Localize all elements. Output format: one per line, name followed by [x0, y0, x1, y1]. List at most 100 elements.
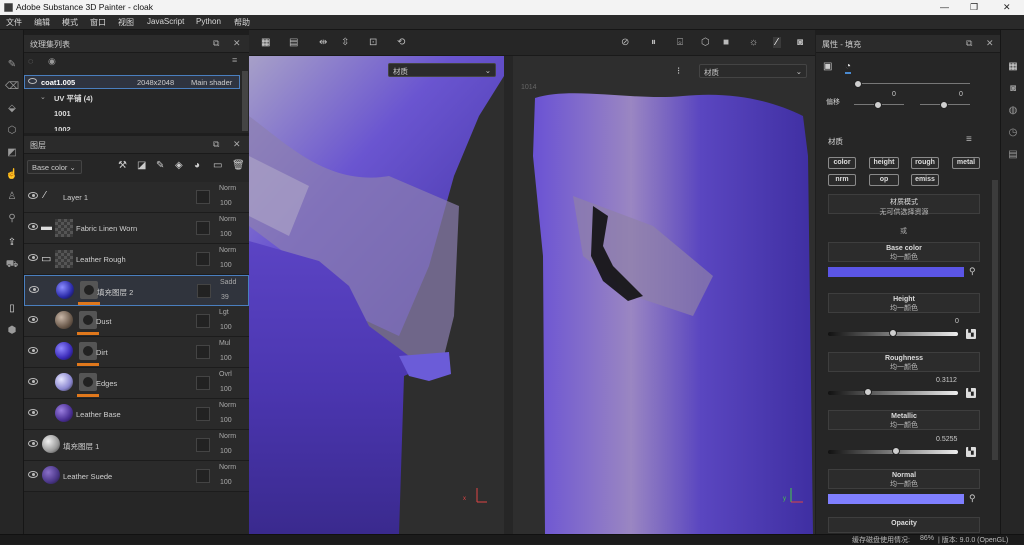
phone-device-icon[interactable]: ▯: [5, 302, 19, 316]
chevron-down-icon[interactable]: ⌄: [40, 93, 46, 101]
viewport-divider[interactable]: [504, 56, 513, 534]
mesh-icon[interactable]: ⬢: [5, 324, 19, 338]
layer-mask-box[interactable]: [197, 284, 211, 298]
channel-box-metallic[interactable]: Metallic 均一颜色: [828, 410, 980, 430]
viewport-3d[interactable]: x 材质 ⌄: [249, 56, 504, 534]
eyedropper-icon[interactable]: ⚲: [969, 266, 976, 277]
layer-row-selected[interactable]: 填充图层 2 Sadd 39: [24, 275, 249, 306]
texture-set-settings-icon[interactable]: ◙: [1006, 82, 1020, 96]
layer-opacity[interactable]: 100: [220, 324, 232, 331]
material-menu-icon[interactable]: ≡: [966, 134, 972, 145]
eye-icon[interactable]: [28, 471, 38, 478]
channel-chip-height[interactable]: height: [869, 157, 899, 169]
layer-mask-box[interactable]: [196, 376, 210, 390]
texture-link-icon[interactable]: ▚: [966, 388, 976, 398]
smudge-icon[interactable]: ☝: [5, 168, 19, 182]
add-folder-icon[interactable]: ▭: [213, 160, 222, 171]
offset-y-slider[interactable]: [920, 101, 970, 109]
menu-edit[interactable]: 编辑: [34, 17, 50, 28]
channel-chip-emiss[interactable]: emiss: [911, 174, 939, 186]
channel-select[interactable]: Base color ⌄: [27, 160, 82, 174]
eye-icon[interactable]: [28, 316, 38, 323]
camera-video-icon[interactable]: ■: [723, 37, 729, 48]
mask-thumbnail[interactable]: [79, 342, 97, 360]
layer-row[interactable]: ⁄ Layer 1 Norm 100: [24, 182, 249, 213]
eye-icon[interactable]: [28, 409, 38, 416]
layer-mask-box[interactable]: [196, 252, 210, 266]
clone-icon[interactable]: ♙: [5, 190, 19, 204]
layers-shelf-icon[interactable]: ⇪: [5, 236, 19, 250]
brush-toggle-icon[interactable]: ⁄: [773, 37, 781, 48]
texture-set-row[interactable]: coat1.005 2048x2048 Main shader: [24, 75, 240, 89]
layer-blend[interactable]: Norm: [219, 185, 236, 192]
channel-box-base-color[interactable]: Base color 均一颜色: [828, 242, 980, 262]
float-panel-icon[interactable]: ⧉: [213, 38, 219, 49]
eraser-icon[interactable]: ⌫: [5, 80, 19, 94]
eye-icon[interactable]: [28, 440, 38, 447]
display-settings-icon[interactable]: ◍: [1006, 104, 1020, 118]
channel-chip-nrm[interactable]: nrm: [828, 174, 856, 186]
screenshot-camera-icon[interactable]: ◙: [797, 37, 803, 48]
layer-blend[interactable]: Sadd: [220, 279, 236, 286]
grid-options-icon[interactable]: ▤: [289, 37, 298, 48]
paint-brush-icon[interactable]: ✎: [5, 58, 19, 72]
geometry-mask-icon[interactable]: ⬡: [5, 124, 19, 138]
close-panel-icon[interactable]: ✕: [233, 139, 241, 150]
layer-row[interactable]: 填充图层 1 Norm 100: [24, 430, 249, 461]
add-paint-layer-icon[interactable]: ✎: [156, 160, 164, 171]
mask-thumbnail[interactable]: [79, 373, 97, 391]
channel-box-height[interactable]: Height 均一颜色: [828, 293, 980, 313]
menu-view[interactable]: 视图: [118, 17, 134, 28]
delete-layer-icon[interactable]: 🗑: [232, 160, 245, 171]
menu-javascript[interactable]: JavaScript: [147, 17, 184, 26]
channel-box-normal[interactable]: Normal 均一颜色: [828, 469, 980, 489]
display-settings-icon[interactable]: ⁝: [677, 66, 680, 77]
eye-icon[interactable]: [28, 78, 37, 84]
layer-blend[interactable]: Ovrl: [219, 371, 232, 378]
float-panel-icon[interactable]: ⧉: [213, 139, 219, 150]
layer-row[interactable]: Dust Lgt 100: [24, 306, 249, 337]
menu-icon[interactable]: ≡: [232, 55, 237, 65]
layer-blend[interactable]: Norm: [219, 433, 236, 440]
slider-knob[interactable]: [889, 329, 897, 337]
menu-python[interactable]: Python: [196, 17, 221, 26]
reset-view-icon[interactable]: ⟲: [397, 37, 405, 48]
channel-chip-rough[interactable]: rough: [911, 157, 939, 169]
layer-opacity[interactable]: 100: [220, 231, 232, 238]
close-panel-icon[interactable]: ✕: [233, 38, 241, 49]
focus-icon[interactable]: ⊡: [369, 37, 377, 48]
maximize-button[interactable]: ❐: [970, 2, 978, 13]
channel-chip-op[interactable]: op: [869, 174, 899, 186]
eye-icon[interactable]: [28, 223, 38, 230]
channel-box-opacity[interactable]: Opacity: [828, 517, 980, 533]
slider-knob[interactable]: [940, 101, 948, 109]
layer-opacity[interactable]: 100: [220, 417, 232, 424]
eye-icon[interactable]: [28, 378, 38, 385]
layer-row[interactable]: Leather Suede Norm 100: [24, 461, 249, 492]
layer-mask-box[interactable]: [196, 407, 210, 421]
layer-opacity[interactable]: 100: [220, 479, 232, 486]
offset-x-slider[interactable]: [854, 101, 904, 109]
add-effect-icon[interactable]: ⚒: [118, 160, 127, 171]
slider-knob[interactable]: [892, 447, 901, 455]
layer-opacity[interactable]: 100: [220, 262, 232, 269]
layer-row[interactable]: ▬ Fabric Linen Worn Norm 100: [24, 213, 249, 244]
channel-chip-metal[interactable]: metal: [952, 157, 980, 169]
add-fill-layer-icon[interactable]: ◈: [175, 160, 183, 171]
layer-opacity[interactable]: 39: [221, 294, 229, 301]
scrollbar[interactable]: [992, 180, 998, 460]
uv-tile-1002[interactable]: 1002: [54, 125, 71, 131]
slider-knob[interactable]: [874, 101, 882, 109]
layer-opacity[interactable]: 100: [220, 448, 232, 455]
layer-mask-box[interactable]: [196, 314, 210, 328]
layer-mask-box[interactable]: [196, 190, 210, 204]
base-color-swatch[interactable]: [828, 267, 964, 277]
uv-tiles-row[interactable]: ⌄ UV 平铺 (4): [24, 91, 240, 105]
layer-blend[interactable]: Lgt: [219, 309, 229, 316]
layer-mask-box[interactable]: [196, 221, 210, 235]
symmetry-icon[interactable]: ⇹: [319, 37, 327, 48]
layer-mask-box[interactable]: [196, 469, 210, 483]
polygon-fill-icon[interactable]: ◩: [5, 146, 19, 160]
height-slider[interactable]: [828, 329, 958, 337]
roughness-slider[interactable]: [828, 388, 958, 396]
